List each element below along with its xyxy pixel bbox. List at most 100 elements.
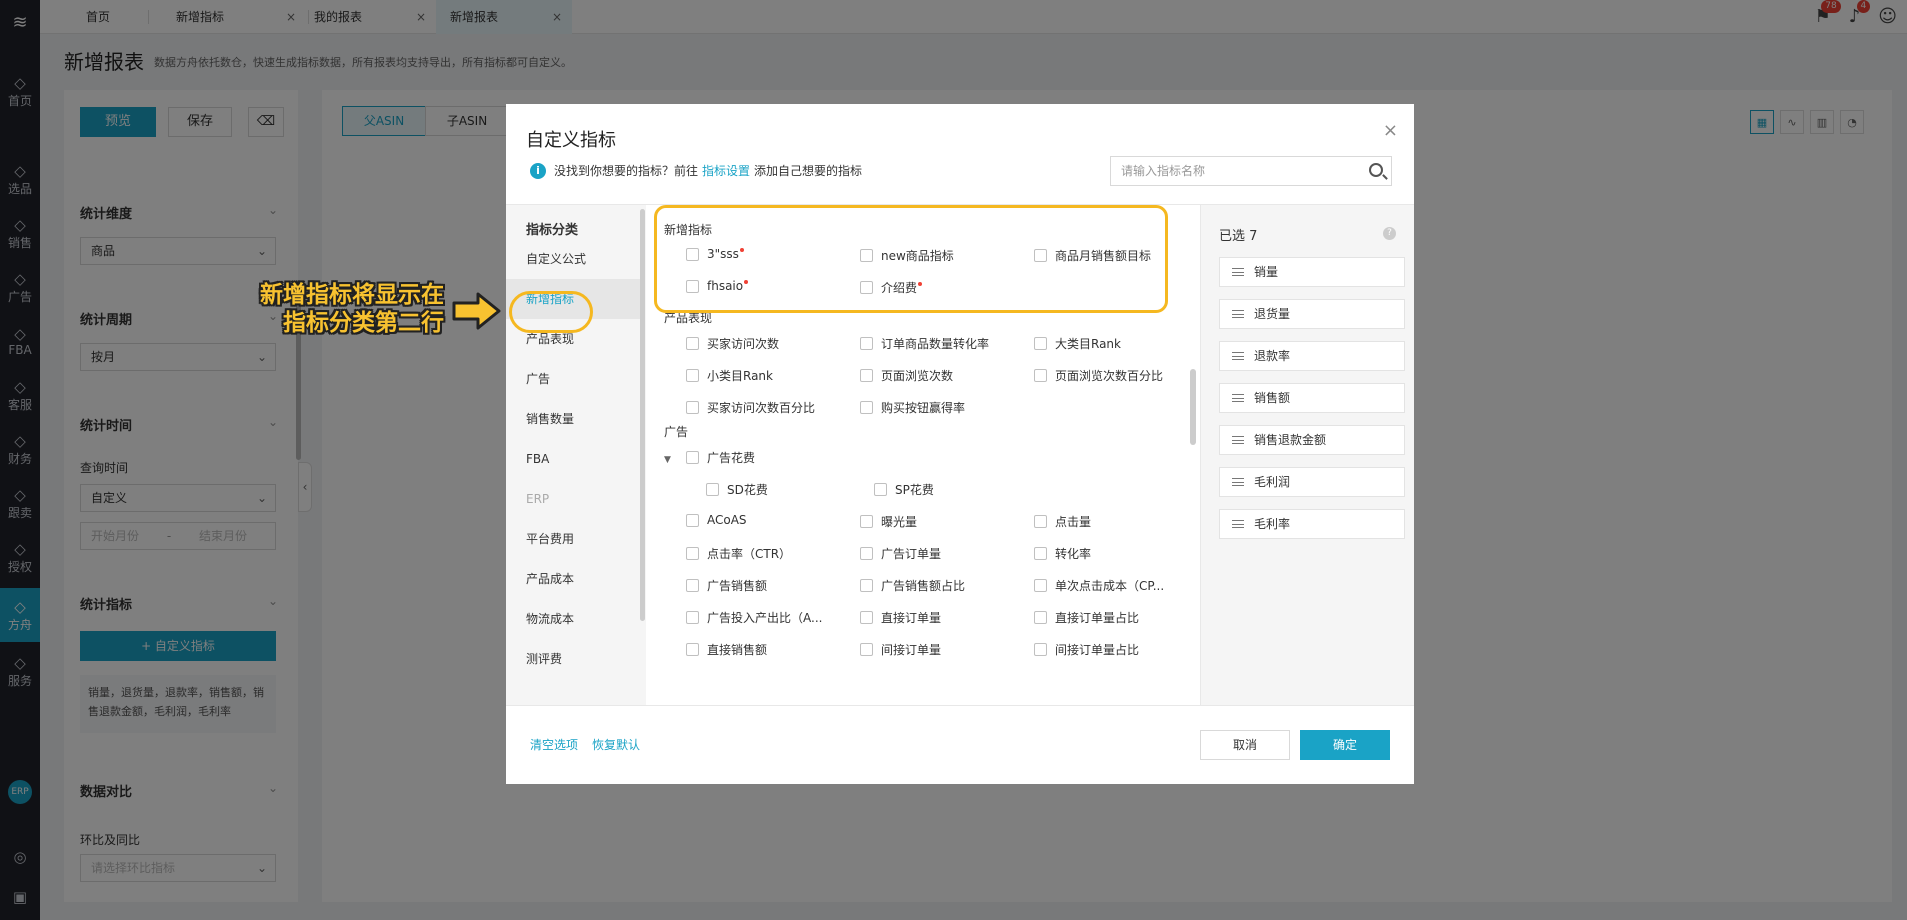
metric-checkbox[interactable]: 买家访问次数 (686, 335, 779, 352)
category-item[interactable]: 广告 (506, 359, 640, 399)
metric-checkbox[interactable]: 点击量 (1034, 513, 1091, 530)
search-placeholder: 请输入指标名称 (1121, 164, 1206, 178)
checkbox[interactable] (686, 369, 699, 382)
checkbox[interactable] (860, 401, 873, 414)
cancel-button[interactable]: 取消 (1200, 730, 1290, 760)
drag-handle-icon[interactable] (1232, 394, 1244, 402)
metric-checkbox[interactable]: SP花费 (874, 481, 934, 498)
checkbox[interactable] (860, 579, 873, 592)
checkbox[interactable] (1034, 547, 1047, 560)
checkbox[interactable] (860, 643, 873, 656)
checkbox[interactable] (706, 483, 719, 496)
metric-label: 订单商品数量转化率 (881, 337, 990, 351)
metric-checkbox[interactable]: ACoAS (686, 513, 747, 527)
metric-checkbox[interactable]: 小类目Rank (686, 367, 773, 384)
selected-metric-item[interactable]: 退货量 (1219, 299, 1405, 329)
selected-metric-label: 销售额 (1254, 391, 1291, 405)
restore-default-link[interactable]: 恢复默认 (592, 736, 640, 753)
checkbox[interactable] (1034, 611, 1047, 624)
checkbox[interactable] (686, 611, 699, 624)
metric-checkbox[interactable]: 点击率（CTR） (686, 545, 791, 562)
checkbox[interactable] (686, 401, 699, 414)
category-item[interactable]: 自定义公式 (506, 239, 640, 279)
selected-metric-item[interactable]: 毛利率 (1219, 509, 1405, 539)
metric-checkbox[interactable]: 广告投入产出比（A... (686, 609, 822, 626)
selected-metric-item[interactable]: 销售额 (1219, 383, 1405, 413)
metric-label: 买家访问次数百分比 (707, 401, 816, 415)
checkbox[interactable] (860, 369, 873, 382)
checkbox[interactable] (1034, 579, 1047, 592)
checkbox[interactable] (686, 643, 699, 656)
selected-metric-item[interactable]: 退款率 (1219, 341, 1405, 371)
checkbox[interactable] (860, 547, 873, 560)
highlight-new-metrics-group (654, 205, 1168, 313)
metric-checkbox[interactable]: 单次点击成本（CP... (1034, 577, 1164, 594)
search-icon[interactable] (1369, 163, 1383, 177)
close-icon[interactable]: × (1383, 120, 1398, 141)
drag-handle-icon[interactable] (1232, 520, 1244, 528)
drag-handle-icon[interactable] (1232, 436, 1244, 444)
checkbox[interactable] (686, 337, 699, 350)
metric-checkbox[interactable]: 直接销售额 (686, 641, 767, 658)
metric-search-input[interactable]: 请输入指标名称 (1110, 156, 1392, 186)
metric-settings-link[interactable]: 指标设置 (702, 162, 750, 179)
category-item[interactable]: 物流成本 (506, 599, 640, 639)
category-item[interactable]: FBA (506, 439, 640, 479)
drag-handle-icon[interactable] (1232, 478, 1244, 486)
metric-checkbox[interactable]: 直接订单量占比 (1034, 609, 1139, 626)
category-item[interactable]: 产品成本 (506, 559, 640, 599)
confirm-button[interactable]: 确定 (1300, 730, 1390, 760)
metric-checkbox[interactable]: 订单商品数量转化率 (860, 335, 989, 352)
category-item[interactable]: 销售数量 (506, 399, 640, 439)
caret-down-icon[interactable]: ▼ (664, 455, 671, 465)
checkbox[interactable] (1034, 515, 1047, 528)
checkbox[interactable] (860, 515, 873, 528)
metric-checkbox[interactable]: 间接订单量 (860, 641, 941, 658)
info-icon: i (530, 162, 546, 179)
metric-checkbox[interactable]: 大类目Rank (1034, 335, 1121, 352)
category-item[interactable]: 测评费 (506, 639, 640, 679)
metric-checkbox[interactable]: SD花费 (706, 481, 768, 498)
metric-checkbox[interactable]: 广告订单量 (860, 545, 941, 562)
metric-checkbox[interactable]: 买家访问次数百分比 (686, 399, 815, 416)
metric-checkbox[interactable]: 直接订单量 (860, 609, 941, 626)
selected-metric-item[interactable]: 毛利润 (1219, 467, 1405, 497)
clear-selection-link[interactable]: 清空选项 (530, 736, 578, 753)
metric-checkbox[interactable]: 广告花费 (686, 449, 755, 466)
metric-label: 广告销售额 (707, 579, 768, 593)
annotation-text: 新增指标将显示在 指标分类第二行 (208, 281, 444, 337)
metric-label: SP花费 (895, 483, 934, 497)
annotation-line: 指标分类第二行 (283, 310, 444, 336)
metric-checkbox[interactable]: 广告销售额 (686, 577, 767, 594)
checkbox[interactable] (860, 611, 873, 624)
metric-checkbox[interactable]: 购买按钮赢得率 (860, 399, 965, 416)
checkbox[interactable] (874, 483, 887, 496)
metric-checkbox[interactable]: 曝光量 (860, 513, 917, 530)
metric-checkbox[interactable]: 页面浏览次数 (860, 367, 953, 384)
drag-handle-icon[interactable] (1232, 310, 1244, 318)
help-icon[interactable]: ? (1383, 227, 1396, 240)
selected-metric-item[interactable]: 销量 (1219, 257, 1405, 287)
metric-checkbox[interactable]: 转化率 (1034, 545, 1091, 562)
drag-handle-icon[interactable] (1232, 352, 1244, 360)
scrollbar-thumb[interactable] (1190, 369, 1196, 445)
selected-metric-label: 销售退款金额 (1254, 433, 1327, 447)
checkbox[interactable] (686, 451, 699, 464)
scrollbar[interactable] (640, 209, 645, 621)
metric-checkbox[interactable]: 间接订单量占比 (1034, 641, 1139, 658)
checkbox[interactable] (860, 337, 873, 350)
metric-checkbox[interactable]: 广告销售额占比 (860, 577, 965, 594)
metric-checkbox[interactable]: 页面浏览次数百分比 (1034, 367, 1163, 384)
highlight-new-metric-category (509, 291, 593, 333)
selected-metric-label: 毛利率 (1254, 517, 1291, 531)
category-item[interactable]: 平台费用 (506, 519, 640, 559)
checkbox[interactable] (686, 579, 699, 592)
drag-handle-icon[interactable] (1232, 268, 1244, 276)
checkbox[interactable] (686, 547, 699, 560)
checkbox[interactable] (1034, 337, 1047, 350)
scrollbar[interactable] (1186, 205, 1200, 705)
checkbox[interactable] (1034, 369, 1047, 382)
checkbox[interactable] (686, 513, 699, 527)
selected-metric-item[interactable]: 销售退款金额 (1219, 425, 1405, 455)
checkbox[interactable] (1034, 643, 1047, 656)
